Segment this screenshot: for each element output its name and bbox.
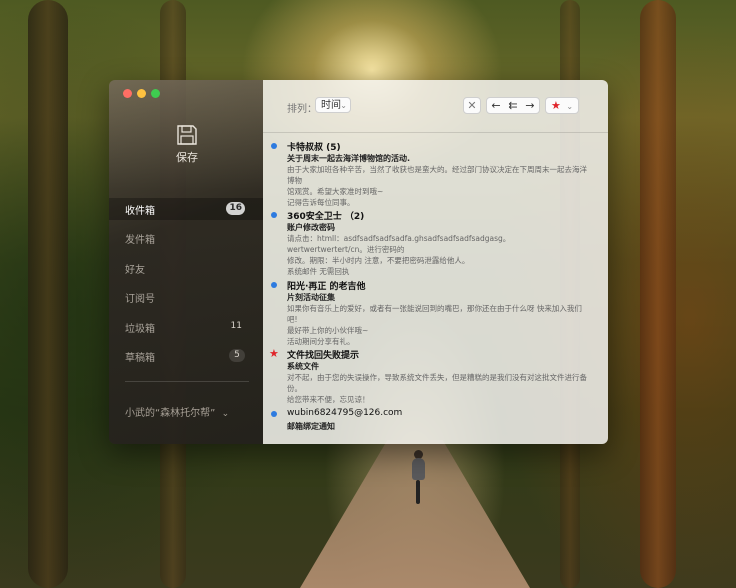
flag-menu-button[interactable]: ★ ⌄ — [545, 97, 579, 114]
mail-subject: 账户修改密码 — [287, 223, 335, 232]
preview-line: 活动期间分享有礼。 — [287, 337, 355, 346]
preview-line: 馆观赏。希望大家准时到哦~ — [287, 187, 384, 196]
star-icon: ★ — [550, 99, 561, 112]
unread-dot — [271, 143, 277, 149]
count-badge: 5 — [229, 349, 245, 362]
preview-line: 对不起，由于您的失误操作，导致系统文件丢失，但是糟糕的是我们没有对这批文件进行备… — [287, 373, 587, 393]
delete-button[interactable]: ✕ — [463, 97, 481, 114]
mail-sender: wubin6824795@126.com — [287, 408, 403, 418]
unread-count-badge: 16 — [226, 202, 245, 215]
mail-sender: 阳光·再正 的老吉他 — [287, 282, 366, 292]
mail-window: 保存 收件箱 16 发件箱 好友 订阅号 垃圾箱 11 草稿箱 5 小武的“森林… — [109, 80, 608, 444]
sidebar-item-trash[interactable]: 垃圾箱 11 — [109, 316, 263, 338]
sidebar-item-drafts[interactable]: 草稿箱 5 — [109, 345, 263, 367]
sort-select[interactable]: 时间 ⌄ — [315, 97, 351, 113]
toolbar: 排列： 时间 ⌄ ✕ ← ⇇ → ★ ⌄ — [263, 80, 608, 133]
chevron-down-icon: ⌄ — [340, 101, 347, 110]
mail-preview: 由于大家加班各种辛苦，当然了收获也是蛮大的。经过部门协议决定在下周周末一起去海洋… — [287, 164, 587, 208]
sidebar-item-inbox[interactable]: 收件箱 16 — [109, 198, 263, 220]
mail-subject: 片刻活动征集 — [287, 293, 335, 302]
sidebar: 保存 收件箱 16 发件箱 好友 订阅号 垃圾箱 11 草稿箱 5 小武的“森林… — [109, 80, 263, 444]
close-icon: ✕ — [467, 99, 477, 112]
sidebar-item-label: 发件箱 — [125, 235, 155, 246]
sidebar-item-label: 垃圾箱 — [125, 324, 155, 335]
flag-star-icon: ★ — [269, 347, 279, 360]
reply-group: ← ⇇ → — [486, 97, 540, 114]
floppy-disk-icon — [177, 125, 197, 145]
close-window-button[interactable] — [123, 89, 132, 98]
unread-dot — [271, 212, 277, 218]
sidebar-item-subscriptions[interactable]: 订阅号 — [109, 286, 263, 308]
preview-line: 由于大家加班各种辛苦，当然了收获也是蛮大的。经过部门协议决定在下周周末一起去海洋… — [287, 165, 587, 185]
preview-line: 最好带上你的小伙伴哦~ — [287, 326, 369, 335]
reply-all-icon[interactable]: ⇇ — [505, 98, 521, 113]
save-label: 保存 — [176, 151, 198, 164]
unread-dot — [271, 411, 277, 417]
forward-icon[interactable]: → — [521, 98, 539, 113]
preview-line: 记得告诉每位同事。 — [287, 198, 355, 207]
sidebar-item-label: 好友 — [125, 265, 145, 276]
chevron-down-icon: ⌄ — [221, 409, 230, 419]
preview-line: 给您带来不便，忘见谅！ — [287, 395, 370, 404]
sidebar-item-outbox[interactable]: 发件箱 — [109, 227, 263, 249]
sort-value: 时间 — [321, 100, 341, 111]
message-list-pane: 排列： 时间 ⌄ ✕ ← ⇇ → ★ ⌄ 卡特叔叔 (5) 关于周末一起去海洋博物馆… — [263, 80, 608, 444]
unread-dot — [271, 282, 277, 288]
sort-label: 排列： — [287, 104, 317, 115]
preview-line: 如果你有音乐上的爱好，或者有一张能说回到的嘴巴，那你还在由于什么呀 快来加入我们… — [287, 304, 582, 324]
mail-sender: 360安全卫士 （2) — [287, 212, 365, 222]
mail-preview: 请点击：htmll：asdfsadfsadfsadfa.ghsadfsadfsa… — [287, 233, 587, 277]
mail-sender: 卡特叔叔 (5) — [287, 143, 341, 153]
preview-line: 修改。期限：半小时内 注意，不要把密码泄露给他人。 — [287, 256, 470, 265]
mail-preview: 如果你有音乐上的爱好，或者有一张能说回到的嘴巴，那你还在由于什么呀 快来加入我们… — [287, 303, 587, 347]
preview-line: 请点击：htmll：asdfsadfsadfsadfa.ghsadfsadfsa… — [287, 234, 511, 254]
save-button[interactable]: 保存 — [167, 124, 207, 166]
reply-icon[interactable]: ← — [487, 98, 505, 113]
count-badge: 11 — [230, 321, 242, 331]
mail-subject: 关于周末一起去海洋博物馆的活动. — [287, 154, 411, 163]
preview-line: 系统邮件 无需回执 — [287, 267, 350, 276]
mail-subject: 系统文件 — [287, 362, 319, 371]
account-name: 小武的“森林托尔帮” — [125, 408, 216, 419]
cyclist-figure — [408, 450, 428, 506]
sidebar-item-label: 订阅号 — [125, 294, 155, 305]
mail-sender: 文件找回失败提示 — [287, 351, 360, 361]
chevron-down-icon: ⌄ — [566, 102, 574, 111]
zoom-window-button[interactable] — [151, 89, 160, 98]
sidebar-divider — [125, 381, 249, 382]
account-switcher[interactable]: 小武的“森林托尔帮” ⌄ — [125, 404, 229, 419]
mail-preview: 对不起，由于您的失误操作，导致系统文件丢失，但是糟糕的是我们没有对这批文件进行备… — [287, 372, 587, 405]
sidebar-item-label: 收件箱 — [125, 206, 155, 217]
mail-subject: 邮箱绑定通知 — [287, 422, 335, 431]
minimize-window-button[interactable] — [137, 89, 146, 98]
sidebar-item-label: 草稿箱 — [125, 353, 155, 364]
sidebar-item-friends[interactable]: 好友 — [109, 257, 263, 279]
